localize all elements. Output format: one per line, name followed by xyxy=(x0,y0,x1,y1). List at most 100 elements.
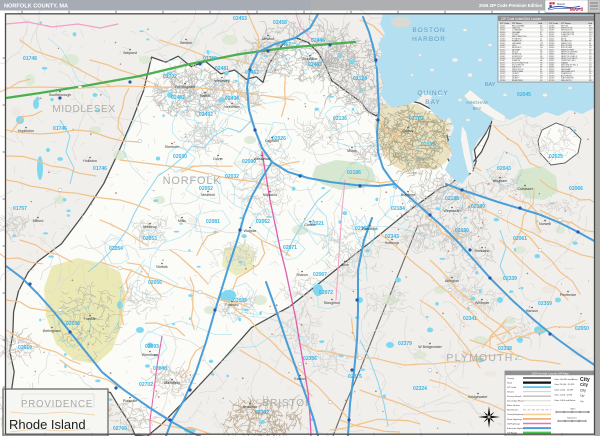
svg-text:01746: 01746 xyxy=(53,126,67,132)
svg-text:BRAINTREE: BRAINTREE xyxy=(512,79,524,82)
svg-text:BAY: BAY xyxy=(485,82,496,88)
svg-text:02032: 02032 xyxy=(225,174,239,180)
svg-text:BAY: BAY xyxy=(473,106,482,111)
svg-text:02339: 02339 xyxy=(503,276,517,282)
svg-text:02071: 02071 xyxy=(283,245,297,251)
svg-text:02379: 02379 xyxy=(398,341,412,347)
svg-text:BAY: BAY xyxy=(425,99,441,106)
svg-text:Millis: Millis xyxy=(178,219,186,223)
svg-text:Sharon: Sharon xyxy=(296,273,308,277)
svg-text:Dover: Dover xyxy=(213,157,223,161)
svg-text:Plainville: Plainville xyxy=(123,399,137,403)
svg-text:M3: M3 xyxy=(589,80,592,82)
svg-text:Natick: Natick xyxy=(200,94,210,98)
svg-text:02170: 02170 xyxy=(409,116,423,122)
svg-text:02184: 02184 xyxy=(500,80,505,82)
svg-text:02482: 02482 xyxy=(171,95,185,101)
svg-text:SUFFOLK: SUFFOLK xyxy=(334,63,368,70)
svg-text:Holbrook: Holbrook xyxy=(385,241,400,245)
svg-text:MIDDLESEX: MIDDLESEX xyxy=(52,104,115,115)
svg-text:Hopkinton: Hopkinton xyxy=(18,129,34,133)
svg-text:02056: 02056 xyxy=(148,280,162,286)
svg-text:02188: 02188 xyxy=(445,196,459,202)
svg-text:02030: 02030 xyxy=(173,154,187,160)
svg-text:Brookline: Brookline xyxy=(303,57,318,61)
svg-text:City: City xyxy=(580,394,585,398)
svg-text:01746: 01746 xyxy=(93,166,107,172)
svg-text:BRISTOL: BRISTOL xyxy=(263,398,312,409)
svg-text:City: City xyxy=(580,382,589,387)
svg-text:01748: 01748 xyxy=(23,56,37,62)
svg-text:01760: 01760 xyxy=(203,56,217,62)
svg-text:PROVIDENCE: PROVIDENCE xyxy=(21,399,93,410)
svg-text:02492: 02492 xyxy=(199,112,213,118)
svg-text:Avon: Avon xyxy=(341,263,349,267)
svg-text:Miles: Miles xyxy=(571,409,576,411)
svg-text:02769: 02769 xyxy=(549,80,554,82)
svg-text:02048: 02048 xyxy=(153,366,167,372)
svg-text:E9: E9 xyxy=(540,80,542,82)
svg-text:Whitman: Whitman xyxy=(475,301,489,305)
svg-text:02184: 02184 xyxy=(391,206,405,212)
svg-text:02054: 02054 xyxy=(109,246,123,252)
svg-text:02061: 02061 xyxy=(513,236,527,242)
svg-text:02025: 02025 xyxy=(549,154,563,160)
svg-text:Weymouth: Weymouth xyxy=(443,209,460,213)
svg-text:02481: 02481 xyxy=(215,66,229,72)
svg-text:02458: 02458 xyxy=(273,20,287,26)
svg-text:2026 Norfolk County, MA Map: 2026 Norfolk County, MA Map xyxy=(531,371,569,375)
svg-text:02072: 02072 xyxy=(319,290,333,296)
svg-text:Wrentham: Wrentham xyxy=(142,353,159,357)
svg-text:Sherborn: Sherborn xyxy=(165,145,180,149)
svg-text:W Bridgewater: W Bridgewater xyxy=(418,345,442,349)
svg-text:Weston: Weston xyxy=(180,41,192,45)
svg-text:02038: 02038 xyxy=(66,321,80,327)
svg-text:Mansfield: Mansfield xyxy=(164,381,179,385)
svg-text:Rockland: Rockland xyxy=(475,249,490,253)
svg-text:Milton: Milton xyxy=(347,149,357,153)
svg-text:02324: 02324 xyxy=(413,386,427,392)
svg-text:Bellingham: Bellingham xyxy=(43,329,61,333)
svg-text:State Highways: State Highways xyxy=(507,418,523,421)
svg-text:02067: 02067 xyxy=(313,272,327,278)
svg-text:HARBOR: HARBOR xyxy=(412,36,446,43)
svg-text:Randolph: Randolph xyxy=(362,227,377,231)
svg-text:02066: 02066 xyxy=(569,186,583,192)
svg-text:02359: 02359 xyxy=(538,301,552,307)
svg-text:Milford: Milford xyxy=(33,219,44,223)
svg-text:Secondary Roads: Secondary Roads xyxy=(507,400,525,403)
svg-text:PLYMOUTH: PLYMOUTH xyxy=(446,352,513,364)
svg-text:01757: 01757 xyxy=(13,206,27,212)
svg-text:Norwood: Norwood xyxy=(263,193,277,197)
svg-text:REHOBOTH: REHOBOTH xyxy=(561,80,572,82)
svg-text:Cities 100,000 and Above: Cities 100,000 and Above xyxy=(554,378,579,381)
svg-text:02338: 02338 xyxy=(498,346,512,352)
svg-text:02169: 02169 xyxy=(421,142,435,148)
svg-text:City: City xyxy=(580,388,586,392)
svg-text:Rhode Island: Rhode Island xyxy=(9,417,86,432)
svg-text:Franklin: Franklin xyxy=(84,317,97,321)
svg-text:Market: Market xyxy=(557,2,565,6)
svg-text:02081: 02081 xyxy=(206,219,220,225)
svg-text:Holliston: Holliston xyxy=(83,159,97,163)
svg-text:Stoughton: Stoughton xyxy=(324,301,340,305)
svg-text:Easton: Easton xyxy=(294,377,305,381)
svg-text:MAPS: MAPS xyxy=(570,7,583,12)
svg-text:Brockton: Brockton xyxy=(243,405,257,409)
svg-text:02453: 02453 xyxy=(233,16,247,22)
svg-text:Minor Streets: Minor Streets xyxy=(507,404,521,407)
svg-text:02189: 02189 xyxy=(471,204,485,210)
svg-text:Cities 5,000 - 24,999: Cities 5,000 - 24,999 xyxy=(554,388,574,391)
svg-text:QUINCY: QUINCY xyxy=(417,90,448,97)
svg-text:Walpole: Walpole xyxy=(244,229,257,233)
svg-text:02375: 02375 xyxy=(348,374,362,380)
svg-text:02341: 02341 xyxy=(463,316,477,322)
svg-text:02702: 02702 xyxy=(139,382,153,388)
svg-text:Rail Routes: Rail Routes xyxy=(507,409,519,412)
svg-text:ZIP Code: ZIP Code xyxy=(507,387,517,389)
svg-text:02136: 02136 xyxy=(333,116,347,122)
svg-text:Westwood: Westwood xyxy=(254,157,271,161)
svg-text:Southborough: Southborough xyxy=(49,93,72,97)
svg-text:Hingham: Hingham xyxy=(493,179,507,183)
svg-text:NORFOLK COUNTY, MA: NORFOLK COUNTY, MA xyxy=(4,4,68,10)
